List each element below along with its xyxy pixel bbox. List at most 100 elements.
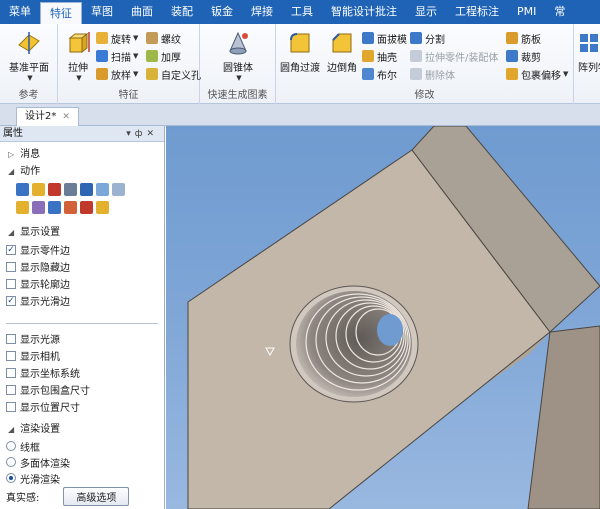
menu-item-assembly[interactable]: 装配	[162, 0, 202, 24]
cone-button[interactable]: 圆锥体 ▼	[218, 30, 258, 82]
menu-item-tools[interactable]: 工具	[282, 0, 322, 24]
stretch-part-icon	[410, 50, 422, 62]
delete-body-button[interactable]: 删除体	[410, 66, 455, 82]
render-settings-label: 渲染设置	[20, 424, 61, 435]
checkbox-show-bounding-box-size[interactable]: 显示包围盒尺寸	[0, 381, 164, 398]
solid-icon[interactable]	[96, 200, 109, 214]
show-hidden-edges-label: 显示隐藏边	[20, 263, 70, 274]
part-model[interactable]	[166, 126, 600, 509]
menu-item-common[interactable]: 常	[545, 0, 574, 24]
table-icon[interactable]	[48, 200, 61, 214]
advanced-options-button[interactable]: 高级选项	[63, 486, 130, 506]
close-icon[interactable]: ✕	[146, 129, 158, 139]
shell-button[interactable]: 抽壳	[362, 48, 397, 64]
checkbox-show-coordinate-system[interactable]: 显示坐标系统	[0, 364, 164, 381]
rib-button[interactable]: 筋板	[506, 30, 541, 46]
checkbox-show-light-source[interactable]: 显示光源	[0, 330, 164, 347]
fillet-button[interactable]: 圆角过渡	[280, 30, 320, 74]
menu-item-pmi[interactable]: PMI	[508, 0, 545, 24]
section-actions[interactable]: ◢ 动作	[0, 163, 164, 180]
3d-viewport[interactable]	[166, 126, 600, 509]
checkbox-icon	[6, 261, 16, 272]
part-icon[interactable]	[32, 182, 45, 196]
thicken-button[interactable]: 加厚	[146, 48, 181, 64]
section-messages[interactable]: ▷ 消息	[0, 146, 164, 163]
radio-smooth-render[interactable]: 光滑渲染	[0, 470, 164, 486]
split-button[interactable]: 分割	[410, 30, 445, 46]
loft-button[interactable]: 放样 ▼	[96, 66, 138, 82]
draft-button[interactable]: 面拔模	[362, 30, 407, 46]
thread-button[interactable]: 螺纹	[146, 30, 181, 46]
rib-icon	[506, 32, 518, 44]
checkbox-show-hidden-edges[interactable]: 显示隐藏边	[0, 258, 164, 275]
wrap-offset-button[interactable]: 包裹偏移 ▼	[506, 66, 568, 82]
sweep-button[interactable]: 扫描 ▼	[96, 48, 138, 64]
custom-hole-label: 自定义孔	[161, 70, 201, 82]
checkbox-icon	[6, 384, 16, 395]
box-icon[interactable]	[16, 200, 29, 214]
menu-item-smart-annotation[interactable]: 智能设计批注	[322, 0, 406, 24]
cone-label: 圆锥体	[223, 63, 253, 74]
edit-icon[interactable]	[96, 182, 109, 196]
chamfer-button[interactable]: 边倒角	[322, 30, 362, 74]
show-light-source-label: 显示光源	[20, 335, 60, 346]
checkbox-show-part-edges[interactable]: ✓ 显示零件边	[0, 241, 164, 258]
link-icon[interactable]	[32, 200, 45, 214]
assembly-icon[interactable]	[64, 200, 77, 214]
menu-item-features[interactable]: 特征	[40, 2, 82, 24]
array-button[interactable]: 阵列特	[578, 30, 600, 74]
section-display-settings[interactable]: ◢ 显示设置	[0, 224, 164, 241]
part-side-face[interactable]	[527, 325, 600, 509]
custom-hole-button[interactable]: 自定义孔	[146, 66, 201, 82]
menu-item-sheetmetal[interactable]: 钣金	[202, 0, 242, 24]
revolve-button[interactable]: 旋转 ▼	[96, 30, 138, 46]
ribbon: 基准平面 ▼ 参考 拉伸 ▼ 旋转 ▼ 扫描 ▼ 放样 ▼ 螺纹 加厚 自定义孔 特征…	[0, 24, 600, 104]
pin-icon[interactable]: ф	[135, 129, 147, 139]
custom-hole-icon	[146, 68, 158, 80]
boolean-button[interactable]: 布尔	[362, 66, 397, 82]
menu-item-menu[interactable]: 菜单	[0, 0, 40, 24]
ribbon-group-modify: 圆角过渡 边倒角 面拔模 抽壳 布尔 分割 拉伸零件/装配体 删除体 筋板 裁剪…	[276, 24, 574, 104]
checkbox-icon	[6, 350, 16, 361]
menu-item-engineering-annotation[interactable]: 工程标注	[446, 0, 508, 24]
show-part-edges-label: 显示零件边	[20, 246, 70, 257]
gear-icon[interactable]	[64, 182, 77, 196]
checkbox-show-silhouette-edges[interactable]: 显示轮廓边	[0, 275, 164, 292]
stretch-part-button[interactable]: 拉伸零件/装配体	[410, 48, 498, 64]
dropdown-icon[interactable]: ▾	[126, 129, 135, 139]
chevron-down-icon: ▼	[76, 74, 82, 82]
fillet-label: 圆角过渡	[280, 63, 320, 74]
menu-item-surface[interactable]: 曲面	[122, 0, 162, 24]
delete-body-label: 删除体	[425, 70, 455, 82]
list-icon[interactable]	[16, 182, 29, 196]
checkbox-show-smooth-edges[interactable]: ✓ 显示光滑边	[0, 292, 164, 309]
datum-plane-button[interactable]: 基准平面 ▼	[6, 30, 52, 82]
tab-design2-label: 设计2*	[25, 111, 57, 122]
image-icon[interactable]	[112, 182, 125, 196]
tab-design2[interactable]: 设计2* ✕	[16, 107, 79, 126]
shield-icon[interactable]	[80, 182, 93, 196]
menu-item-display[interactable]: 显示	[406, 0, 446, 24]
menu-item-sketch[interactable]: 草图	[82, 0, 122, 24]
car-icon[interactable]	[48, 182, 61, 196]
checkbox-show-position-dimensions[interactable]: 显示位置尺寸	[0, 398, 164, 415]
trim-button[interactable]: 裁剪	[506, 48, 541, 64]
extrude-button[interactable]: 拉伸 ▼	[62, 30, 94, 82]
menu-item-weld[interactable]: 焊接	[242, 0, 282, 24]
menu-bar: 菜单 特征 草图 曲面 装配 钣金 焊接 工具 智能设计批注 显示 工程标注 P…	[0, 0, 600, 24]
checkbox-show-camera[interactable]: 显示相机	[0, 347, 164, 364]
shell-icon	[362, 50, 374, 62]
radio-icon	[6, 457, 16, 467]
sweep-label: 扫描	[111, 52, 131, 64]
radio-faceted-render[interactable]: 多面体渲染	[0, 454, 164, 470]
draft-icon	[362, 32, 374, 44]
close-icon[interactable]: ✕	[62, 112, 70, 122]
axis-icon[interactable]	[80, 200, 93, 214]
array-icon	[578, 30, 600, 56]
ribbon-group-quick: 圆锥体 ▼ 快速生成图素	[200, 24, 276, 104]
chamfer-label: 边倒角	[327, 63, 357, 74]
radio-wireframe[interactable]: 线框	[0, 438, 164, 454]
section-render-settings[interactable]: ◢ 渲染设置	[0, 421, 164, 438]
chamfer-icon	[329, 30, 355, 56]
stretch-part-label: 拉伸零件/装配体	[425, 52, 499, 64]
